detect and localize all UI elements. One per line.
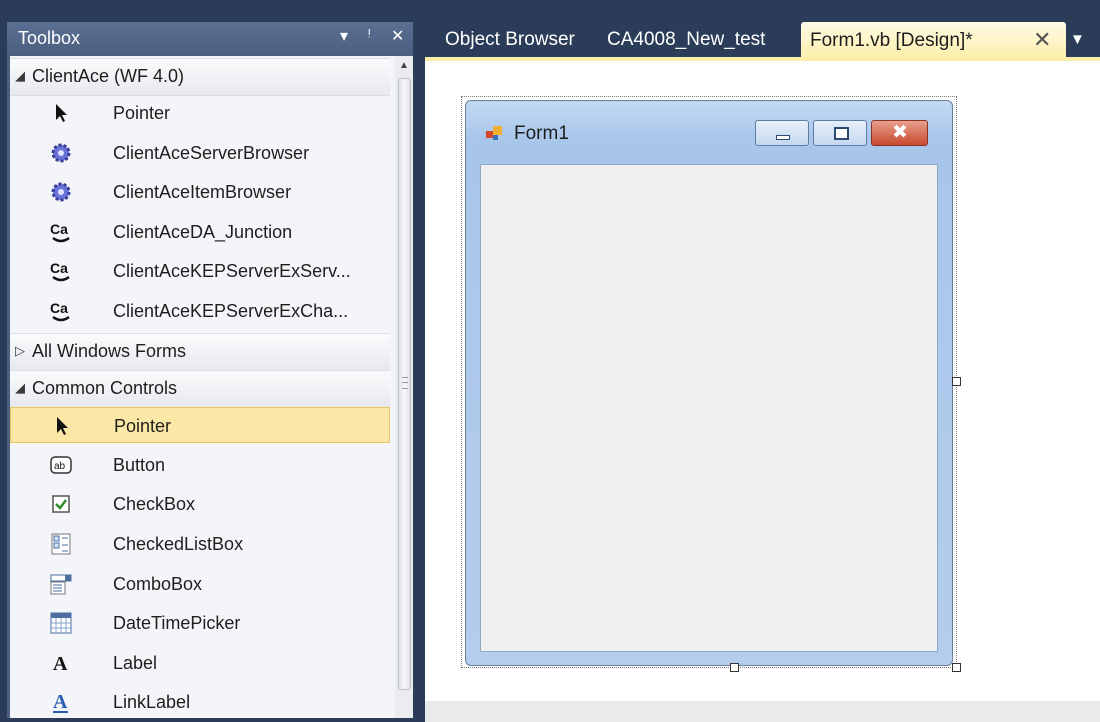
clientace-ca-icon: Ca — [49, 259, 73, 283]
svg-text:ab: ab — [54, 461, 66, 472]
item-label: CheckBox — [113, 494, 196, 514]
maximize-icon — [834, 127, 849, 140]
datetimepicker-icon — [49, 611, 73, 635]
group-label: All Windows Forms — [32, 341, 187, 361]
svg-text:A: A — [53, 691, 68, 713]
tab-ca4008-new-test[interactable]: CA4008_New_test — [607, 29, 765, 51]
item-label: CheckedListBox — [113, 534, 244, 554]
combobox-icon — [49, 572, 73, 596]
close-button[interactable]: ✖ — [871, 120, 928, 146]
form-app-icon — [486, 126, 502, 140]
toolbox-item-datetimepicker[interactable]: DateTimePicker — [10, 605, 390, 641]
item-label: Button — [113, 455, 166, 475]
linklabel-a-icon: A — [49, 690, 73, 714]
close-icon[interactable]: ✕ — [391, 26, 404, 46]
button-ab-icon: ab — [49, 453, 73, 477]
resize-handle-bottom[interactable] — [730, 663, 739, 672]
maximize-button[interactable] — [813, 120, 867, 146]
svg-text:Ca: Ca — [50, 221, 68, 237]
toolbox-item-clientacekepserverexcha[interactable]: Ca ClientAceKEPServerExCha... — [10, 293, 390, 329]
item-label: ComboBox — [113, 574, 203, 594]
pin-icon[interactable]: ᵎ — [368, 26, 371, 44]
toolbox-item-label[interactable]: A Label — [10, 645, 390, 681]
item-label: ClientAceServerBrowser — [113, 143, 310, 163]
gear-component-icon — [49, 180, 73, 204]
item-label: DateTimePicker — [113, 613, 241, 633]
expanded-triangle-icon: ◢ — [15, 380, 25, 395]
expanded-triangle-icon: ◢ — [15, 68, 25, 83]
group-clientace[interactable]: ◢ ClientAce (WF 4.0) — [10, 58, 390, 96]
designer-bottom-strip — [425, 701, 1100, 722]
clientace-ca-icon: Ca — [49, 299, 73, 323]
item-label: LinkLabel — [113, 692, 191, 712]
toolbox-item-checkbox[interactable]: CheckBox — [10, 486, 390, 522]
tab-label: Form1.vb [Design]* — [810, 30, 973, 51]
collapsed-triangle-icon: ▷ — [15, 343, 25, 358]
svg-text:Ca: Ca — [50, 260, 68, 276]
toolbox-scrollbar[interactable]: ▲ — [395, 56, 413, 718]
resize-handle-right[interactable] — [952, 377, 961, 386]
resize-handle-bottom-right[interactable] — [952, 663, 961, 672]
item-label: ClientAceItemBrowser — [113, 182, 292, 202]
toolbox-header: Toolbox ▾ ᵎ ✕ — [7, 22, 413, 56]
item-label: Pointer — [114, 416, 172, 436]
document-tab-bar: Object Browser CA4008_New_test Form1.vb … — [420, 22, 1100, 61]
design-surface[interactable]: Form1 ✖ — [425, 57, 1100, 722]
toolbox-item-clientaceda-junction[interactable]: Ca ClientAceDA_Junction — [10, 214, 390, 250]
svg-text:A: A — [53, 653, 68, 674]
toolbox-list: ◢ ClientAce (WF 4.0) Pointer ClientAceSe… — [10, 56, 413, 718]
close-icon[interactable]: ✕ — [1033, 27, 1051, 53]
checkedlistbox-icon — [49, 532, 73, 556]
toolbox-item-clientacekepserverexserv[interactable]: Ca ClientAceKEPServerExServ... — [10, 253, 390, 289]
toolbox-item-pointer-common[interactable]: Pointer — [10, 407, 390, 443]
close-icon: ✖ — [892, 122, 908, 143]
toolbox-item-combobox[interactable]: ComboBox — [10, 566, 390, 602]
label-a-icon: A — [49, 651, 73, 675]
scroll-up-arrow-icon[interactable]: ▲ — [399, 60, 409, 71]
tab-object-browser[interactable]: Object Browser — [445, 29, 575, 51]
pointer-arrow-icon — [50, 414, 74, 438]
group-label: ClientAce (WF 4.0) — [32, 66, 185, 86]
scrollbar-thumb[interactable] — [398, 78, 411, 690]
gear-component-icon — [49, 141, 73, 165]
group-label: Common Controls — [32, 378, 178, 398]
toolbox-item-clientaceitembrowser[interactable]: ClientAceItemBrowser — [10, 174, 390, 210]
checkbox-icon — [49, 492, 73, 516]
svg-text:Ca: Ca — [50, 300, 68, 316]
clientace-ca-icon: Ca — [49, 220, 73, 244]
pointer-arrow-icon — [49, 101, 73, 125]
group-all-windows-forms[interactable]: ▷ All Windows Forms — [10, 333, 390, 371]
minimize-button[interactable] — [755, 120, 809, 146]
toolbox-title: Toolbox — [18, 28, 81, 48]
toolbox-panel: Toolbox ▾ ᵎ ✕ ◢ ClientAce (WF 4.0) Point… — [7, 22, 413, 718]
form-title: Form1 — [514, 123, 569, 144]
item-label: ClientAceDA_Junction — [113, 222, 293, 242]
form1-window[interactable]: Form1 ✖ — [465, 100, 953, 666]
item-label: Label — [113, 653, 158, 673]
toolbox-item-button[interactable]: ab Button — [10, 447, 390, 483]
chevron-down-icon[interactable]: ▼ — [1070, 31, 1085, 48]
item-label: Pointer — [113, 103, 171, 123]
minimize-icon — [776, 135, 790, 140]
toolbox-item-clientaceserverbrowser[interactable]: ClientAceServerBrowser — [10, 135, 390, 171]
toolbox-item-checkedlistbox[interactable]: CheckedListBox — [10, 526, 390, 562]
toolbox-item-pointer[interactable]: Pointer — [10, 95, 390, 131]
item-label: ClientAceKEPServerExCha... — [113, 301, 349, 321]
form-client-area[interactable] — [480, 164, 938, 652]
dropdown-icon[interactable]: ▾ — [340, 26, 348, 46]
tab-form1-design[interactable]: Form1.vb [Design]* ✕ — [801, 22, 1066, 61]
group-common-controls[interactable]: ◢ Common Controls — [10, 370, 390, 408]
toolbox-item-linklabel[interactable]: A LinkLabel — [10, 684, 390, 718]
grip-icon — [402, 377, 408, 389]
item-label: ClientAceKEPServerExServ... — [113, 261, 351, 281]
